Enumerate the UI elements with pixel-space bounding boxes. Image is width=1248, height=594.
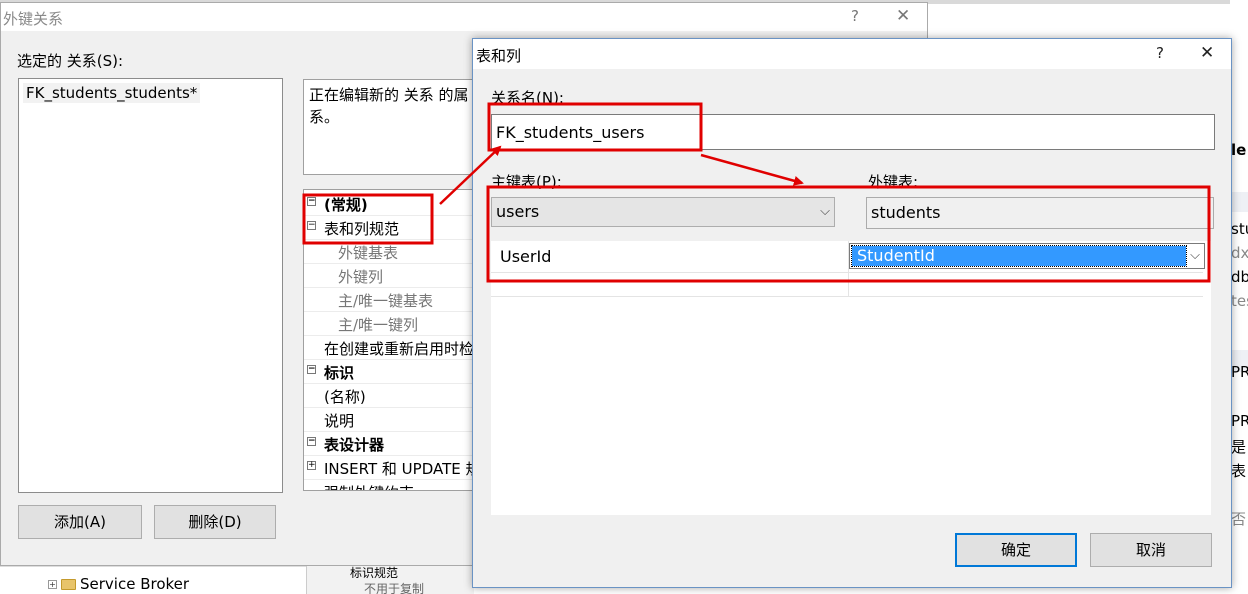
property-label: 外键列: [338, 268, 384, 286]
tree-item-service-broker[interactable]: + Service Broker: [48, 574, 189, 594]
right-text: PR: [1231, 363, 1248, 381]
property-label: 表设计器: [324, 436, 385, 454]
description-line: 正在编辑新的 关系 的属: [309, 86, 469, 104]
relationship-description: 正在编辑新的 关系 的属 系。: [303, 79, 483, 175]
right-text: stu: [1231, 220, 1248, 238]
chevron-down-icon: ⌵: [820, 204, 830, 219]
fk-dialog-title: 外键关系: [3, 10, 64, 28]
selected-relationship-label: 选定的 关系(S):: [17, 52, 124, 70]
property-row[interactable]: 外键列: [304, 264, 482, 288]
property-label: (常规): [324, 196, 368, 214]
column-mapping-grid[interactable]: UserId StudentId ⌵: [491, 241, 1211, 515]
folder-icon: [61, 578, 76, 590]
right-properties-pane: le stu dx db tes PR PR 是 表 否: [1230, 0, 1248, 594]
chevron-down-icon: ⌵: [1190, 248, 1200, 263]
property-row[interactable]: 主/唯一键列: [304, 312, 482, 336]
property-label: 在创建或重新启用时检: [324, 340, 475, 358]
foreign-key-column-select[interactable]: StudentId ⌵: [849, 243, 1205, 269]
property-grid[interactable]: − (常规) − 表和列规范 外键基表 外键列 主/唯一键基表 主/唯一键列 在创建或重新启用时…: [303, 189, 483, 491]
right-text: 否: [1231, 510, 1247, 528]
cancel-button[interactable]: 取消: [1090, 533, 1212, 567]
foreign-key-column-value: StudentId: [851, 245, 1187, 267]
right-text: PR: [1231, 412, 1248, 430]
property-label: INSERT 和 UPDATE 规: [324, 460, 481, 478]
property-row[interactable]: 主/唯一键基表: [304, 288, 482, 312]
property-identity-spec: 标识规范: [350, 566, 399, 580]
property-label: 标识: [324, 364, 355, 382]
primary-key-table-value: users: [496, 202, 540, 221]
property-row[interactable]: − 标识: [304, 360, 482, 384]
property-label: 表和列规范: [324, 220, 400, 238]
foreign-key-table-label: 外键表:: [868, 173, 919, 191]
help-icon[interactable]: ?: [1156, 44, 1164, 62]
right-text: tes: [1231, 292, 1248, 310]
property-label: 主/唯一键列: [338, 316, 419, 334]
property-row[interactable]: (名称): [304, 384, 482, 408]
tc-dialog-titlebar[interactable]: 表和列 ? ✕: [473, 39, 1231, 69]
close-icon[interactable]: ✕: [1200, 43, 1214, 63]
foreign-key-table-value: students: [871, 203, 941, 222]
right-text: 表: [1231, 462, 1247, 480]
property-row[interactable]: − 表设计器: [304, 432, 482, 456]
right-text: db: [1231, 268, 1248, 286]
foreign-key-table-field: students: [866, 197, 1214, 229]
fk-dialog-titlebar[interactable]: 外键关系 ? ✕: [1, 3, 927, 31]
property-label: 强制外键约束: [324, 482, 414, 490]
expand-icon[interactable]: +: [307, 461, 316, 470]
property-row[interactable]: − (常规): [304, 192, 482, 216]
right-text: dx: [1231, 244, 1248, 262]
relationship-list-item[interactable]: FK_students_students*: [23, 83, 201, 103]
ok-button[interactable]: 确定: [955, 533, 1077, 567]
property-label: 主/唯一键基表: [338, 292, 434, 310]
grid-column-divider: [848, 241, 849, 297]
relationship-list[interactable]: FK_students_students*: [18, 78, 283, 493]
right-text: 是: [1231, 438, 1247, 456]
tc-dialog-title: 表和列: [476, 47, 522, 65]
help-icon[interactable]: ?: [851, 7, 859, 25]
tree-item-label: Service Broker: [80, 575, 190, 593]
property-row[interactable]: + INSERT 和 UPDATE 规: [304, 456, 482, 480]
relationship-name-label: 关系名(N):: [491, 89, 564, 107]
right-text: le: [1231, 141, 1247, 159]
property-not-for-replication: 不用于复制: [364, 582, 425, 594]
description-line: 系。: [309, 108, 340, 126]
right-band: [1230, 192, 1248, 212]
relationship-name-input[interactable]: [491, 114, 1215, 150]
add-button[interactable]: 添加(A): [18, 505, 142, 539]
property-label: 外键基表: [338, 244, 399, 262]
property-label: (名称): [324, 388, 366, 406]
primary-key-column-cell[interactable]: UserId: [500, 247, 551, 266]
expand-icon[interactable]: +: [48, 579, 57, 589]
property-row[interactable]: 强制外键约束: [304, 480, 482, 490]
close-icon[interactable]: ✕: [896, 6, 910, 26]
tables-and-columns-dialog: 表和列 ? ✕ 关系名(N): 主键表(P): users ⌵ 外键表: stu…: [472, 38, 1232, 588]
collapse-icon[interactable]: −: [307, 437, 316, 446]
property-label: 说明: [324, 412, 355, 430]
collapse-icon[interactable]: −: [307, 221, 316, 230]
table-row[interactable]: UserId StudentId ⌵: [491, 241, 1205, 273]
table-row[interactable]: [491, 273, 1203, 297]
collapse-icon[interactable]: −: [307, 197, 316, 206]
primary-key-table-select[interactable]: users ⌵: [491, 197, 835, 227]
primary-key-table-label: 主键表(P):: [491, 173, 562, 191]
property-row[interactable]: 说明: [304, 408, 482, 432]
delete-button[interactable]: 删除(D): [154, 505, 276, 539]
collapse-icon[interactable]: −: [307, 365, 316, 374]
property-row[interactable]: 在创建或重新启用时检: [304, 336, 482, 360]
property-row[interactable]: − 表和列规范: [304, 216, 482, 240]
property-row[interactable]: 外键基表: [304, 240, 482, 264]
